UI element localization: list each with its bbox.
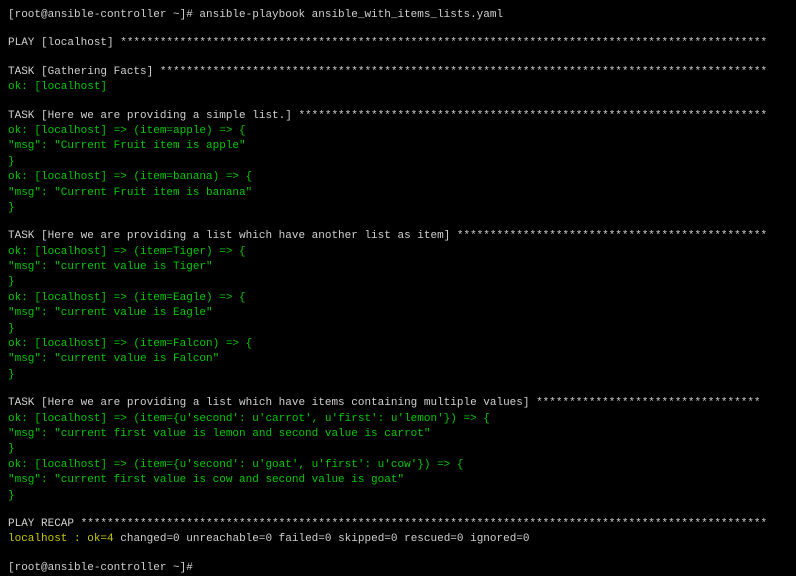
task1-header: TASK [Here we are providing a simple lis… bbox=[8, 109, 788, 124]
task2-msg1: "msg": "current value is Tiger" bbox=[8, 260, 788, 275]
task1-close2: } bbox=[8, 201, 788, 216]
task3-header: TASK [Here we are providing a list which… bbox=[8, 396, 788, 411]
final-prompt[interactable]: [root@ansible-controller ~]# bbox=[8, 561, 788, 576]
task2-msg3: "msg": "current value is Falcon" bbox=[8, 352, 788, 367]
recap-host: localhost bbox=[8, 533, 67, 545]
task3-item2: ok: [localhost] => (item={u'second': u'g… bbox=[8, 458, 788, 473]
task1-msg2: "msg": "Current Fruit item is banana" bbox=[8, 186, 788, 201]
task1-msg1: "msg": "Current Fruit item is apple" bbox=[8, 139, 788, 154]
terminal-output: [root@ansible-controller ~]# ansible-pla… bbox=[8, 8, 788, 576]
task2-item3: ok: [localhost] => (item=Falcon) => { bbox=[8, 337, 788, 352]
task1-item2: ok: [localhost] => (item=banana) => { bbox=[8, 170, 788, 185]
task2-close1: } bbox=[8, 275, 788, 290]
task2-msg2: "msg": "current value is Eagle" bbox=[8, 306, 788, 321]
play-recap-line: localhost : ok=4 changed=0 unreachable=0… bbox=[8, 532, 788, 547]
task3-msg2: "msg": "current first value is cow and s… bbox=[8, 473, 788, 488]
task3-close1: } bbox=[8, 442, 788, 457]
task2-close2: } bbox=[8, 322, 788, 337]
recap-ok: : ok=4 bbox=[74, 533, 120, 545]
recap-stats: changed=0 unreachable=0 failed=0 skipped… bbox=[120, 533, 529, 545]
task2-item1: ok: [localhost] => (item=Tiger) => { bbox=[8, 245, 788, 260]
task3-item1: ok: [localhost] => (item={u'second': u'c… bbox=[8, 412, 788, 427]
task2-close3: } bbox=[8, 368, 788, 383]
command-prompt-line: [root@ansible-controller ~]# ansible-pla… bbox=[8, 8, 788, 23]
task1-item1: ok: [localhost] => (item=apple) => { bbox=[8, 124, 788, 139]
task1-close1: } bbox=[8, 155, 788, 170]
play-header: PLAY [localhost] ***********************… bbox=[8, 36, 788, 51]
task2-header: TASK [Here we are providing a list which… bbox=[8, 229, 788, 244]
task2-item2: ok: [localhost] => (item=Eagle) => { bbox=[8, 291, 788, 306]
task-gathering-header: TASK [Gathering Facts] *****************… bbox=[8, 65, 788, 80]
play-recap-header: PLAY RECAP *****************************… bbox=[8, 517, 788, 532]
task3-msg1: "msg": "current first value is lemon and… bbox=[8, 427, 788, 442]
gathering-ok-line: ok: [localhost] bbox=[8, 80, 788, 95]
